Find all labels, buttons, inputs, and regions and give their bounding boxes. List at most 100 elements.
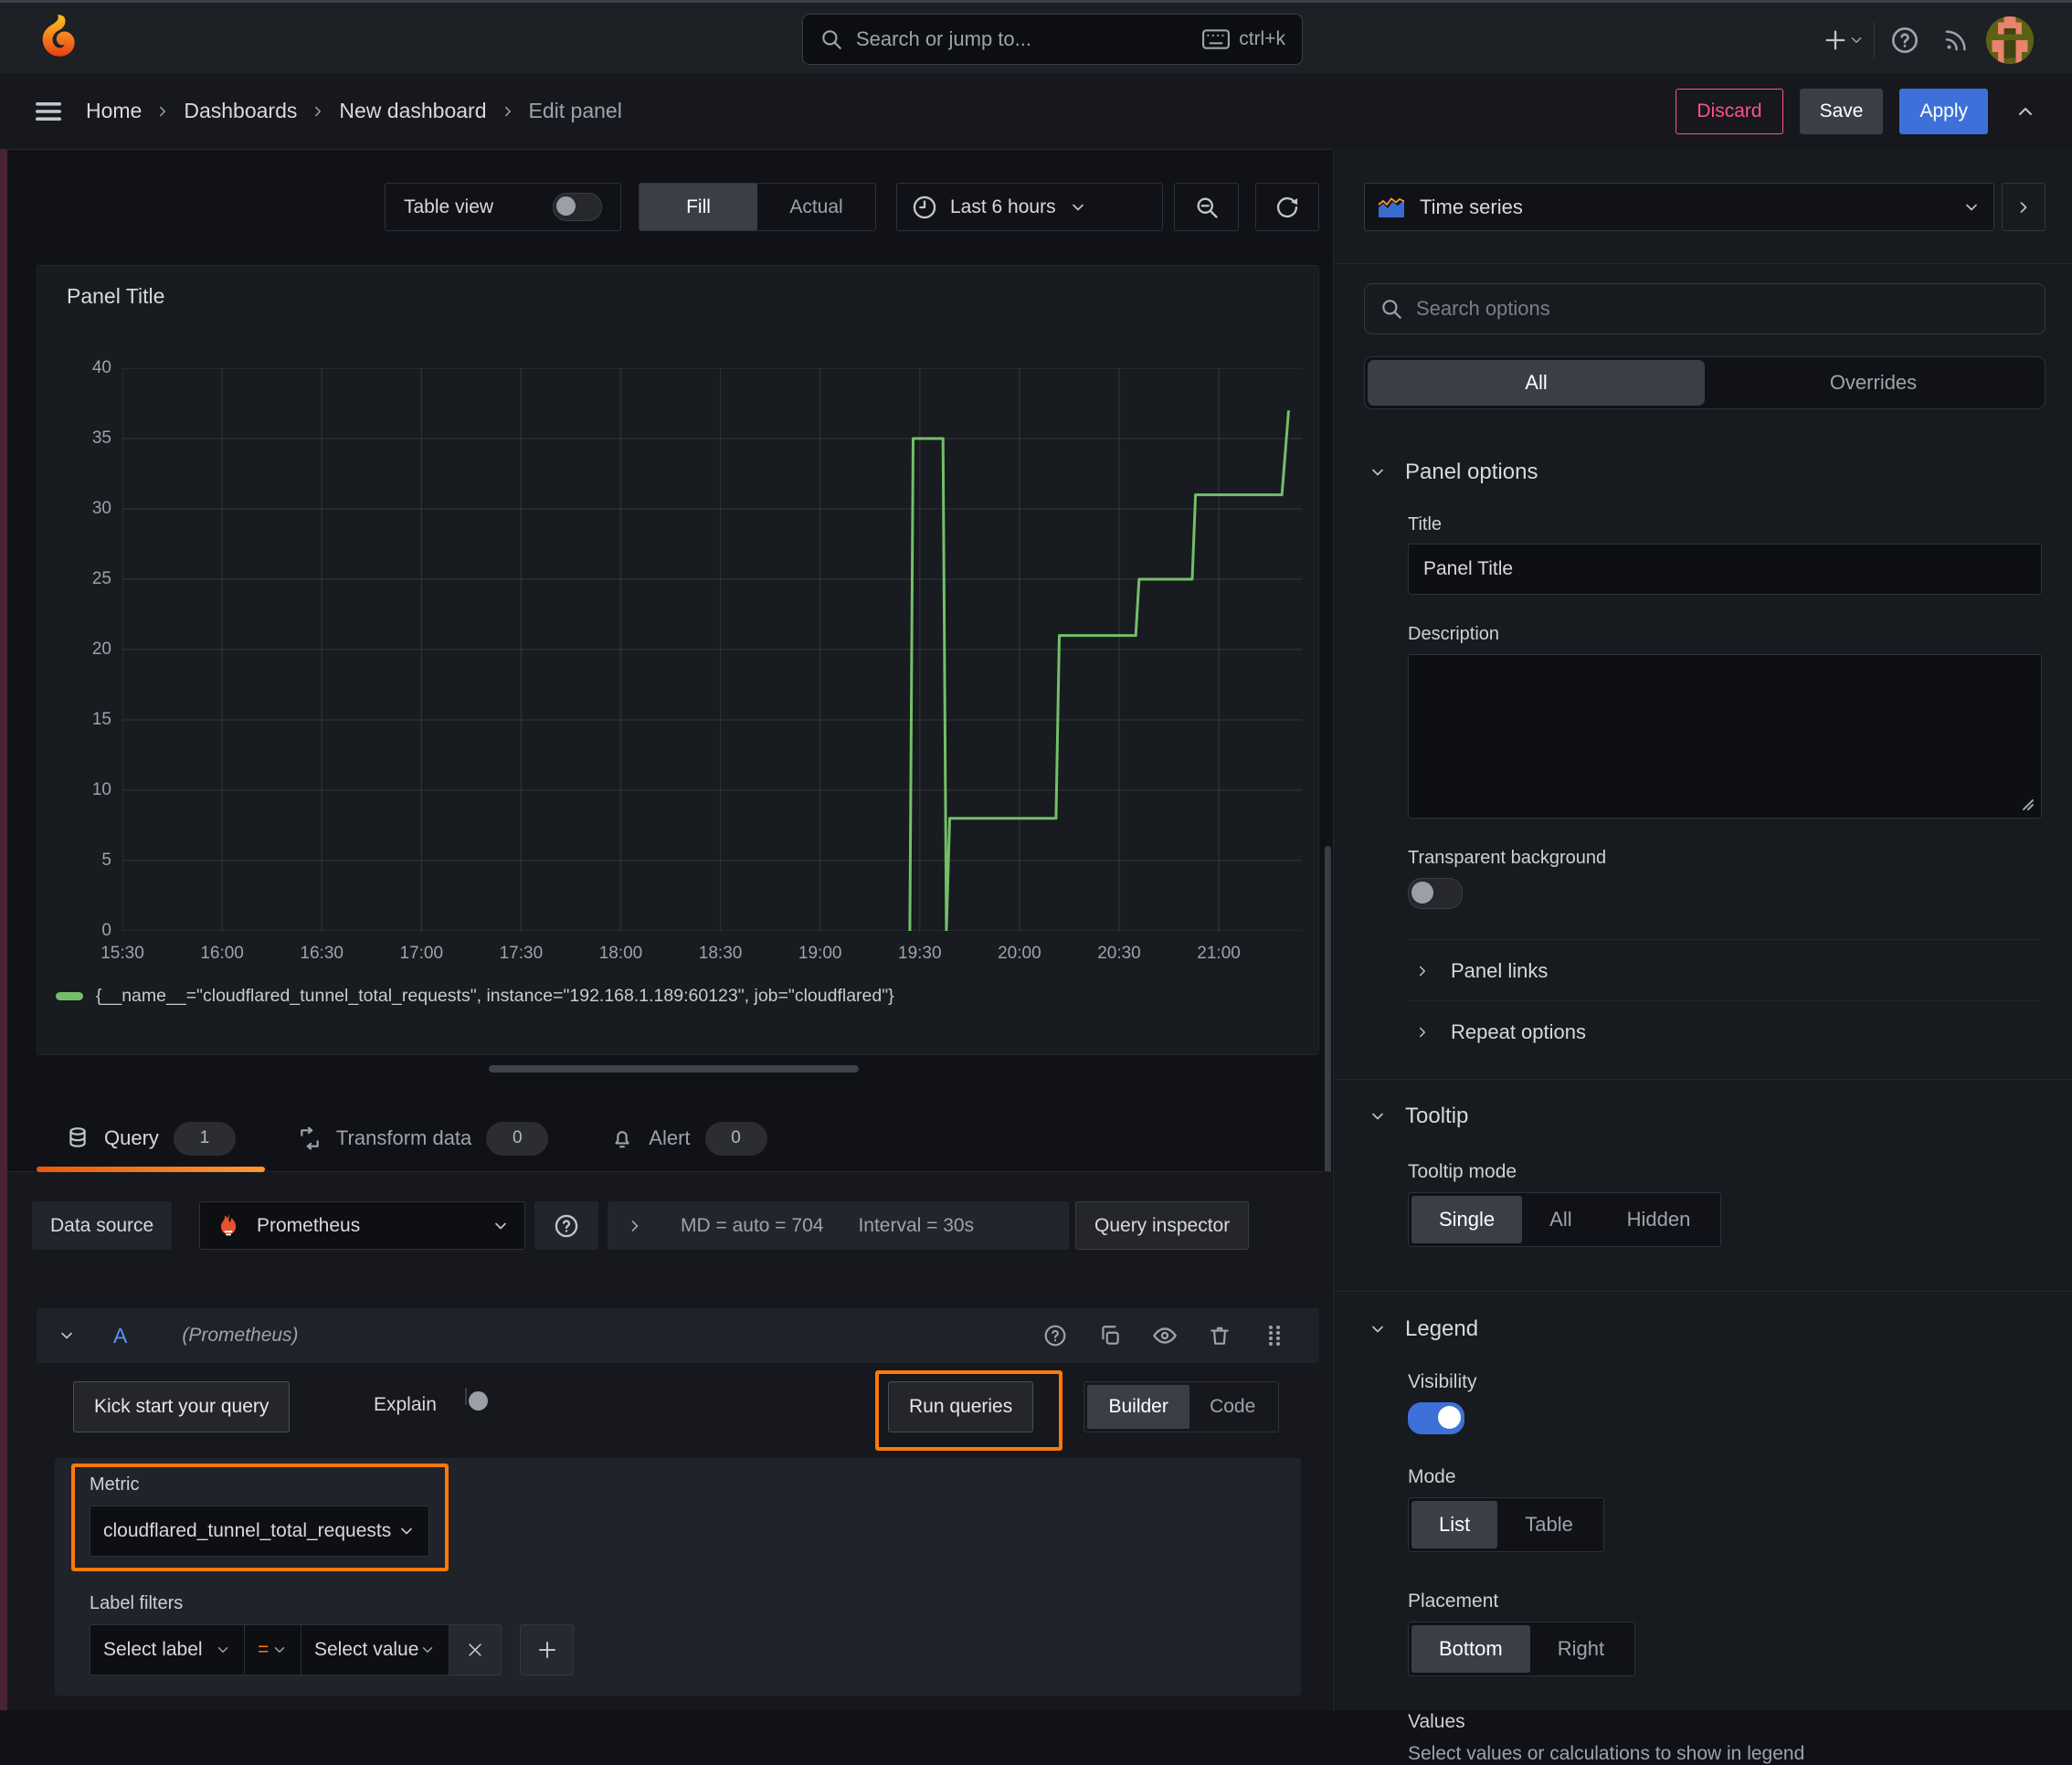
collapse-query-button[interactable] (46, 1315, 88, 1357)
description-label: Description (1408, 624, 1500, 644)
x-tick-label: 16:00 (200, 944, 244, 963)
datasource-help-button[interactable] (534, 1201, 598, 1250)
builder-option[interactable]: Builder (1087, 1385, 1190, 1429)
repeat-options-section[interactable]: Repeat options (1414, 1009, 1586, 1055)
remove-filter-button[interactable] (449, 1624, 502, 1675)
run-queries-button[interactable]: Run queries (888, 1381, 1034, 1432)
fill-option[interactable]: Fill (640, 184, 757, 230)
help-button[interactable] (1884, 19, 1926, 61)
hamburger-icon (36, 101, 61, 121)
database-icon (69, 1127, 86, 1147)
legend-table-option[interactable]: Table (1497, 1501, 1601, 1548)
add-new-button[interactable] (1823, 19, 1865, 61)
tooltip-header[interactable]: Tooltip (1369, 1104, 1468, 1129)
discard-button[interactable]: Discard (1676, 88, 1783, 134)
panel-options-title: Panel options (1405, 460, 1538, 484)
label-filter-value-select[interactable]: Select value (301, 1624, 449, 1675)
chevron-down-icon (61, 1332, 72, 1339)
legend-visibility-toggle[interactable] (1408, 1402, 1464, 1434)
max-data-points: MD = auto = 704 (681, 1214, 824, 1236)
description-textarea[interactable] (1408, 654, 2042, 819)
query-ref-id[interactable]: A (113, 1324, 127, 1348)
query-inspector-button[interactable]: Query inspector (1075, 1201, 1250, 1250)
menu-toggle-button[interactable] (27, 90, 69, 132)
apply-button[interactable]: Apply (1899, 88, 1988, 134)
tooltip-single-option[interactable]: Single (1411, 1196, 1523, 1243)
legend-list-option[interactable]: List (1411, 1501, 1498, 1548)
metric-select[interactable]: cloudflared_tunnel_total_requests (90, 1506, 429, 1557)
chevron-right-icon (2020, 201, 2027, 213)
plus-icon (1825, 30, 1845, 50)
editor-tabs: Query 1 Transform data 0 Alert 0 (7, 1105, 1332, 1172)
global-search-input[interactable]: Search or jump to... ctrl+k (802, 14, 1303, 65)
time-range-picker[interactable]: Last 6 hours (896, 183, 1163, 231)
panel-links-section[interactable]: Panel links (1414, 948, 1548, 994)
collapse-pane-button[interactable] (2002, 183, 2046, 231)
x-tick-label: 20:00 (998, 944, 1041, 963)
transparent-background-toggle[interactable] (1408, 878, 1463, 909)
kick-start-query-button[interactable]: Kick start your query (73, 1381, 291, 1432)
chevron-down-icon (495, 1222, 506, 1229)
series-label[interactable]: {__name__="cloudflared_tunnel_total_requ… (96, 986, 894, 1007)
user-avatar[interactable] (1986, 16, 2034, 64)
tooltip-all-option[interactable]: All (1522, 1196, 1599, 1243)
datasource-picker[interactable]: Prometheus (199, 1201, 525, 1250)
visualization-name: Time series (1420, 195, 1523, 218)
tab-all[interactable]: All (1368, 360, 1705, 406)
legend-right-option[interactable]: Right (1530, 1625, 1632, 1673)
breadcrumb-dashboards[interactable]: Dashboards (184, 99, 297, 123)
query-row-header[interactable]: A (Prometheus) (37, 1308, 1319, 1363)
zoom-out-button[interactable] (1174, 183, 1239, 231)
legend-header[interactable]: Legend (1369, 1316, 1478, 1342)
section-divider (1334, 1079, 2072, 1080)
delete-query-button[interactable] (1199, 1315, 1241, 1357)
tab-query[interactable]: Query 1 (66, 1121, 236, 1156)
topbar-divider (1874, 22, 1875, 58)
horizontal-scrollbar[interactable] (489, 1065, 859, 1073)
chart-plot[interactable]: 0 5 10 15 20 25 30 35 40 15:30 16:00 16:30 17:00 17:3… (92, 358, 1302, 963)
title-input[interactable] (1408, 544, 2042, 595)
zoom-out-icon (1197, 197, 1218, 218)
chevron-down-icon (217, 1647, 228, 1653)
code-option[interactable]: Code (1189, 1385, 1275, 1429)
prometheus-icon (220, 1213, 237, 1235)
table-view-toggle[interactable] (553, 193, 602, 221)
refresh-button[interactable] (1255, 183, 1319, 231)
datasource-name: Prometheus (257, 1214, 361, 1236)
news-button[interactable] (1935, 19, 1977, 61)
drag-query-handle[interactable] (1253, 1315, 1295, 1357)
options-search-input[interactable]: Search options (1364, 283, 2046, 334)
clock-icon (913, 196, 936, 218)
add-filter-button[interactable] (520, 1624, 574, 1675)
chart-svg (122, 368, 1302, 931)
builder-code-segmented: Builder Code (1084, 1381, 1279, 1432)
options-filter-tabs: All Overrides (1364, 356, 2046, 409)
search-placeholder: Search or jump to... (856, 27, 1031, 50)
label-filter-key-select[interactable]: Select label (90, 1624, 245, 1675)
interval-value: Interval = 30s (858, 1214, 975, 1236)
chevron-down-icon (401, 1527, 412, 1535)
tab-transform-data[interactable]: Transform data 0 (298, 1121, 549, 1156)
breadcrumb-home[interactable]: Home (86, 99, 142, 123)
breadcrumb-new-dashboard[interactable]: New dashboard (339, 99, 486, 123)
query-options-summary[interactable]: MD = auto = 704 Interval = 30s (608, 1201, 1069, 1250)
tab-alert[interactable]: Alert 0 (610, 1121, 767, 1156)
actual-option[interactable]: Actual (757, 184, 875, 230)
panel-options-header[interactable]: Panel options (1369, 460, 1538, 485)
explain-toggle[interactable] (465, 1388, 488, 1411)
resize-handle-icon[interactable] (2021, 798, 2035, 812)
tab-overrides[interactable]: Overrides (1705, 360, 2042, 406)
duplicate-query-button[interactable] (1089, 1315, 1131, 1357)
query-help-button[interactable] (1034, 1315, 1076, 1357)
section-divider (1334, 1291, 2072, 1292)
collapse-options-button[interactable] (2004, 90, 2046, 132)
save-button[interactable]: Save (1799, 88, 1884, 134)
grafana-logo[interactable] (33, 13, 80, 67)
series-color-swatch[interactable] (56, 992, 83, 1000)
legend-bottom-option[interactable]: Bottom (1411, 1625, 1530, 1673)
tooltip-hidden-option[interactable]: Hidden (1600, 1196, 1718, 1243)
visualization-picker[interactable]: Time series (1364, 183, 1994, 231)
toggle-query-visibility-button[interactable] (1144, 1315, 1186, 1357)
options-search-placeholder: Search options (1416, 297, 1550, 320)
label-filter-operator-select[interactable]: = (245, 1624, 301, 1675)
